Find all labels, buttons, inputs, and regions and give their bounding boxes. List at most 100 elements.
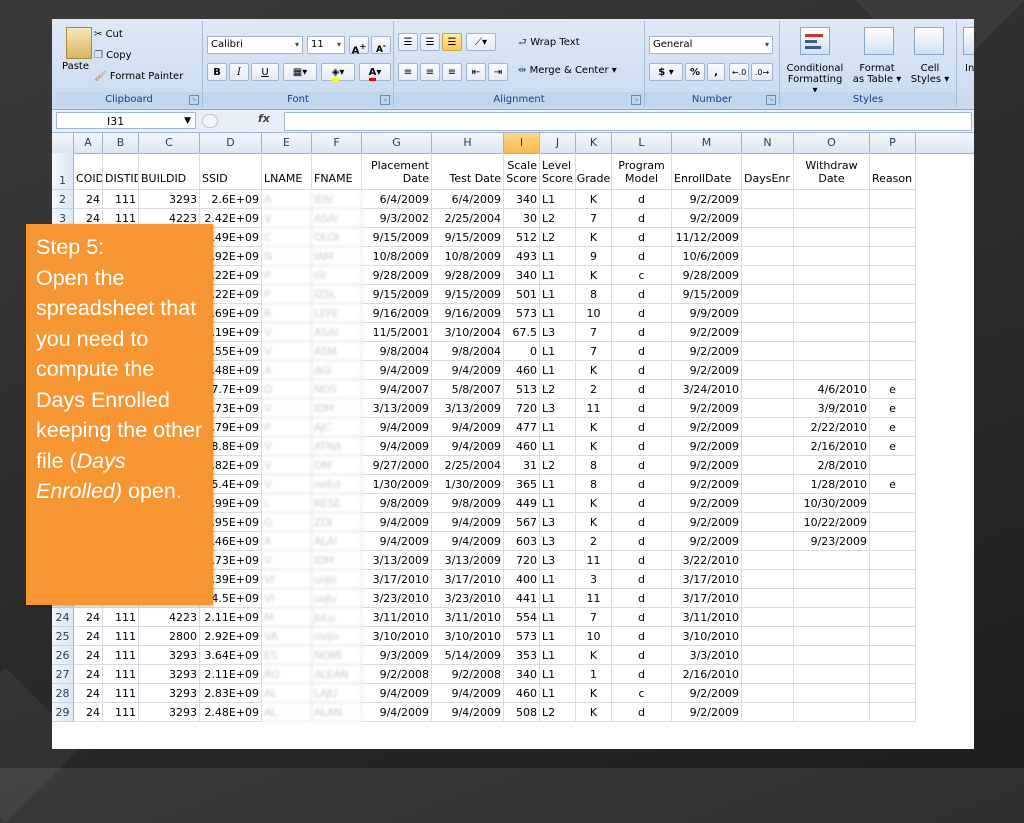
table-cell[interactable]: 111 (103, 684, 139, 703)
table-cell[interactable]: d (612, 190, 672, 209)
table-cell[interactable]: 9/4/2009 (362, 361, 432, 380)
table-cell[interactable] (742, 475, 794, 494)
table-cell[interactable] (742, 646, 794, 665)
table-cell[interactable]: V (262, 437, 312, 456)
column-header-a[interactable]: A (74, 133, 103, 153)
table-cell[interactable]: V (262, 399, 312, 418)
header-cell[interactable]: BUILDID (139, 153, 200, 190)
column-header-p[interactable]: P (870, 133, 916, 153)
table-cell[interactable]: d (612, 361, 672, 380)
table-cell[interactable]: uoJu (312, 589, 362, 608)
table-cell[interactable]: d (612, 380, 672, 399)
merge-center-button[interactable]: ⇹ Merge & Center ▾ (518, 65, 617, 76)
table-cell[interactable]: 24 (74, 627, 103, 646)
table-cell[interactable]: 2/16/2010 (672, 665, 742, 684)
table-cell[interactable]: d (612, 646, 672, 665)
column-header-g[interactable]: G (362, 133, 432, 153)
table-cell[interactable] (870, 361, 916, 380)
table-cell[interactable]: 365 (504, 475, 540, 494)
table-cell[interactable] (742, 228, 794, 247)
table-cell[interactable]: 9/2/2009 (672, 399, 742, 418)
table-cell[interactable]: 111 (103, 703, 139, 722)
table-cell[interactable]: 9/2/2009 (672, 361, 742, 380)
table-cell[interactable]: e (870, 380, 916, 399)
table-cell[interactable]: 340 (504, 665, 540, 684)
header-cell[interactable]: Withdraw Date (794, 153, 870, 190)
cut-button[interactable]: ✂ Cut (94, 29, 123, 40)
table-cell[interactable]: 3/17/2010 (362, 570, 432, 589)
grow-font-button[interactable]: A+ (349, 36, 369, 56)
table-cell[interactable] (870, 247, 916, 266)
table-cell[interactable]: 2.11E+09 (200, 608, 262, 627)
header-cell[interactable]: DaysEnr (742, 153, 794, 190)
table-cell[interactable]: L3 (540, 551, 576, 570)
table-cell[interactable]: 3/10/2004 (432, 323, 504, 342)
table-cell[interactable]: 3/13/2009 (362, 551, 432, 570)
table-cell[interactable]: 493 (504, 247, 540, 266)
table-cell[interactable] (870, 665, 916, 684)
table-cell[interactable]: 10/30/2009 (794, 494, 870, 513)
table-cell[interactable]: 9/4/2009 (362, 532, 432, 551)
table-cell[interactable]: d (612, 437, 672, 456)
table-cell[interactable]: 9/4/2007 (362, 380, 432, 399)
formula-cancel-icon[interactable] (202, 114, 218, 128)
table-cell[interactable]: ASM (312, 342, 362, 361)
table-cell[interactable]: L2 (540, 209, 576, 228)
table-cell[interactable]: VI (262, 570, 312, 589)
table-cell[interactable] (794, 266, 870, 285)
table-cell[interactable]: neEd (312, 475, 362, 494)
table-cell[interactable] (870, 285, 916, 304)
table-cell[interactable] (794, 361, 870, 380)
table-cell[interactable] (794, 646, 870, 665)
table-cell[interactable]: 11 (576, 551, 612, 570)
table-cell[interactable]: 3/11/2010 (432, 608, 504, 627)
table-cell[interactable]: 512 (504, 228, 540, 247)
currency-button[interactable]: $ ▾ (649, 63, 683, 81)
paste-button[interactable]: Paste (62, 61, 89, 72)
table-cell[interactable]: V (262, 456, 312, 475)
table-cell[interactable]: 340 (504, 266, 540, 285)
table-cell[interactable] (742, 665, 794, 684)
table-cell[interactable]: VA (262, 627, 312, 646)
table-cell[interactable]: 441 (504, 589, 540, 608)
table-cell[interactable]: K (576, 513, 612, 532)
table-cell[interactable]: K (576, 266, 612, 285)
table-cell[interactable] (870, 513, 916, 532)
table-cell[interactable]: 9/2/2009 (672, 190, 742, 209)
table-cell[interactable]: 3293 (139, 684, 200, 703)
table-cell[interactable]: 3/22/2010 (672, 551, 742, 570)
table-cell[interactable]: 10/8/2009 (432, 247, 504, 266)
table-cell[interactable] (742, 399, 794, 418)
table-cell[interactable]: 111 (103, 665, 139, 684)
table-cell[interactable] (870, 532, 916, 551)
column-header-l[interactable]: L (612, 133, 672, 153)
table-cell[interactable]: AL (262, 684, 312, 703)
table-cell[interactable] (794, 551, 870, 570)
insert-button[interactable]: In (965, 63, 974, 74)
table-cell[interactable]: d (612, 570, 672, 589)
table-cell[interactable]: 2 (576, 380, 612, 399)
table-cell[interactable]: 9/15/2009 (362, 285, 432, 304)
table-cell[interactable]: c (612, 266, 672, 285)
italic-button[interactable]: I (229, 63, 249, 81)
table-cell[interactable]: 3/9/2010 (794, 399, 870, 418)
table-cell[interactable]: L1 (540, 684, 576, 703)
table-cell[interactable] (794, 627, 870, 646)
table-cell[interactable]: K (576, 437, 612, 456)
table-cell[interactable]: 9/3/2009 (362, 646, 432, 665)
table-cell[interactable]: 9/2/2009 (672, 703, 742, 722)
table-cell[interactable] (870, 190, 916, 209)
header-cell[interactable]: Level Score (540, 153, 576, 190)
name-box[interactable]: I31 ▼ (56, 112, 196, 129)
row-header[interactable]: 1 (52, 153, 74, 190)
table-cell[interactable]: N (262, 247, 312, 266)
table-cell[interactable]: 9/15/2009 (362, 228, 432, 247)
table-cell[interactable]: 10 (576, 627, 612, 646)
font-name-select[interactable]: Calibri ▾ (207, 36, 303, 54)
table-cell[interactable]: 2/22/2010 (794, 418, 870, 437)
table-cell[interactable]: R (262, 304, 312, 323)
table-cell[interactable]: M (262, 608, 312, 627)
table-cell[interactable] (742, 494, 794, 513)
table-cell[interactable]: 9/4/2009 (362, 703, 432, 722)
table-cell[interactable] (742, 532, 794, 551)
